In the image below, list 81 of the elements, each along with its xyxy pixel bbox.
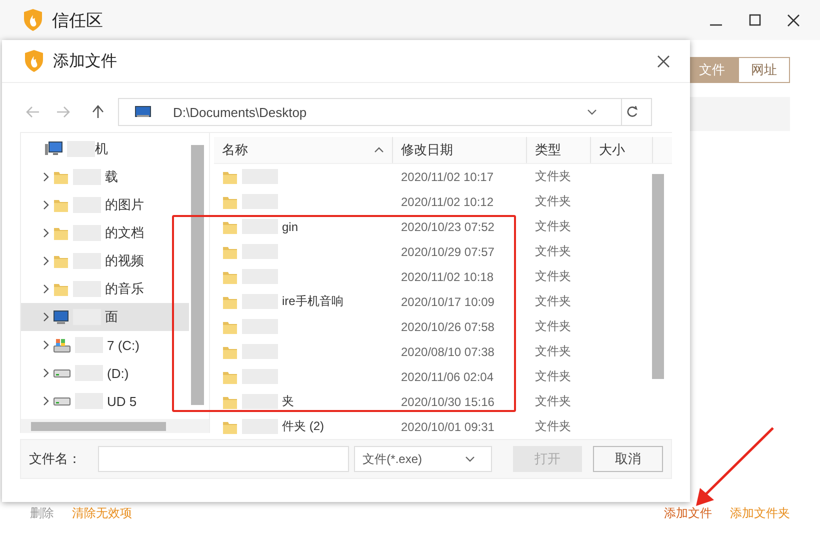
date-cell-text: 2020/11/06 02:04 [400,370,495,384]
action-link[interactable]: 添加文件 [664,505,712,522]
date-cell-text: 2020/11/02 10:18 [400,270,495,284]
date-cell-text: 2020/11/02 10:12 [400,194,495,208]
tree-item[interactable]: 的图片 [21,191,189,219]
chevron-right-icon [43,200,49,210]
window-title: 信任区 [52,10,103,32]
tree-item[interactable]: 的视频 [21,247,189,275]
chevron-right-icon [43,340,49,350]
field-label: 文件名： [29,450,82,468]
refresh-icon [626,106,638,118]
date-cell-text: 2020/10/01 09:31 [400,420,496,434]
chevron-right-icon [43,284,49,294]
column-header[interactable]: 大小 [591,137,653,163]
shield-logo-icon [22,8,44,32]
up-arrow-icon[interactable] [92,105,104,119]
type-cell-text: 文件夹 [534,418,572,435]
file-name[interactable]: 夹 [282,393,294,410]
drive-icon [53,368,71,378]
shield-logo-icon [23,49,45,73]
drive-icon [53,396,71,406]
dialog-title: 添加文件 [53,52,117,72]
chevron-right-icon [43,228,49,238]
chevron-right-icon [43,312,49,322]
tree-item[interactable]: 面 [21,303,189,331]
type-cell-text: 文件夹 [534,393,572,410]
mode-tab[interactable]: 网址 [738,57,790,83]
tree-item[interactable]: UD 5 [21,387,189,415]
close-icon[interactable] [657,54,670,68]
file-name[interactable]: ire手机音响 [282,293,344,310]
file-type-dropdown[interactable]: 文件(*.exe) [354,446,492,472]
date-cell-text: 2020/10/17 10:09 [400,294,496,308]
date-cell-text: 2020/10/23 07:52 [400,220,496,234]
chevron-right-icon [43,172,49,182]
folder-icon [53,169,69,185]
horizontal-scrollbar[interactable] [21,419,209,433]
chevron-right-icon [43,256,49,266]
dropdown-caret-icon [587,109,597,115]
column-header[interactable]: 名称 [214,137,393,163]
tree-item[interactable]: 的文档 [21,219,189,247]
type-cell-text: 文件夹 [534,368,572,385]
column-header[interactable]: 类型 [527,137,591,163]
cancel-button[interactable]: 取消 [593,446,663,472]
date-cell-text: 2020/10/26 07:58 [400,320,496,334]
tree-item[interactable]: (D:) [21,359,189,387]
computer-icon [45,141,63,157]
chevron-right-icon [43,368,49,378]
file-name-field[interactable] [98,446,349,472]
tree-item[interactable]: 的音乐 [21,275,189,303]
chevron-right-icon [43,396,49,406]
folder-icon [53,197,69,213]
type-cell-text: 文件夹 [534,193,572,210]
desktop-icon [53,309,69,325]
folder-icon [53,281,69,297]
type-cell-text: 文件夹 [534,293,572,310]
dropdown-caret-icon [464,456,475,462]
drive-icon [53,337,71,353]
type-cell-text: 文件夹 [534,268,572,285]
tree-item[interactable]: 7 (C:) [21,331,189,359]
maximize-icon[interactable] [749,14,761,26]
date-cell-text: 2020/10/29 07:57 [400,244,496,258]
date-cell-text: 2020/11/02 10:17 [400,170,495,184]
tree-item[interactable]: 机 [21,135,189,163]
type-cell-text: 文件夹 [534,218,572,235]
close-icon[interactable] [787,14,800,26]
folder-icon [53,225,69,241]
column-header[interactable]: 修改日期 [393,137,527,163]
date-cell-text: 2020/10/30 15:16 [400,394,496,408]
type-cell-text: 文件夹 [534,243,572,260]
type-cell-text: 文件夹 [534,168,572,185]
monitor-icon [135,106,151,118]
file-name[interactable]: 件夹 (2) [282,418,324,435]
tree-item[interactable]: 载 [21,163,189,191]
address-bar[interactable]: D:\Documents\Desktop [118,98,622,126]
file-name[interactable]: gin [282,220,298,234]
blurred-block [242,394,278,409]
date-cell-text: 2020/08/10 07:38 [400,344,496,358]
type-cell-text: 文件夹 [534,343,572,360]
refresh-button[interactable] [622,98,652,126]
type-cell-text: 文件夹 [534,318,572,335]
folder-icon [53,253,69,269]
